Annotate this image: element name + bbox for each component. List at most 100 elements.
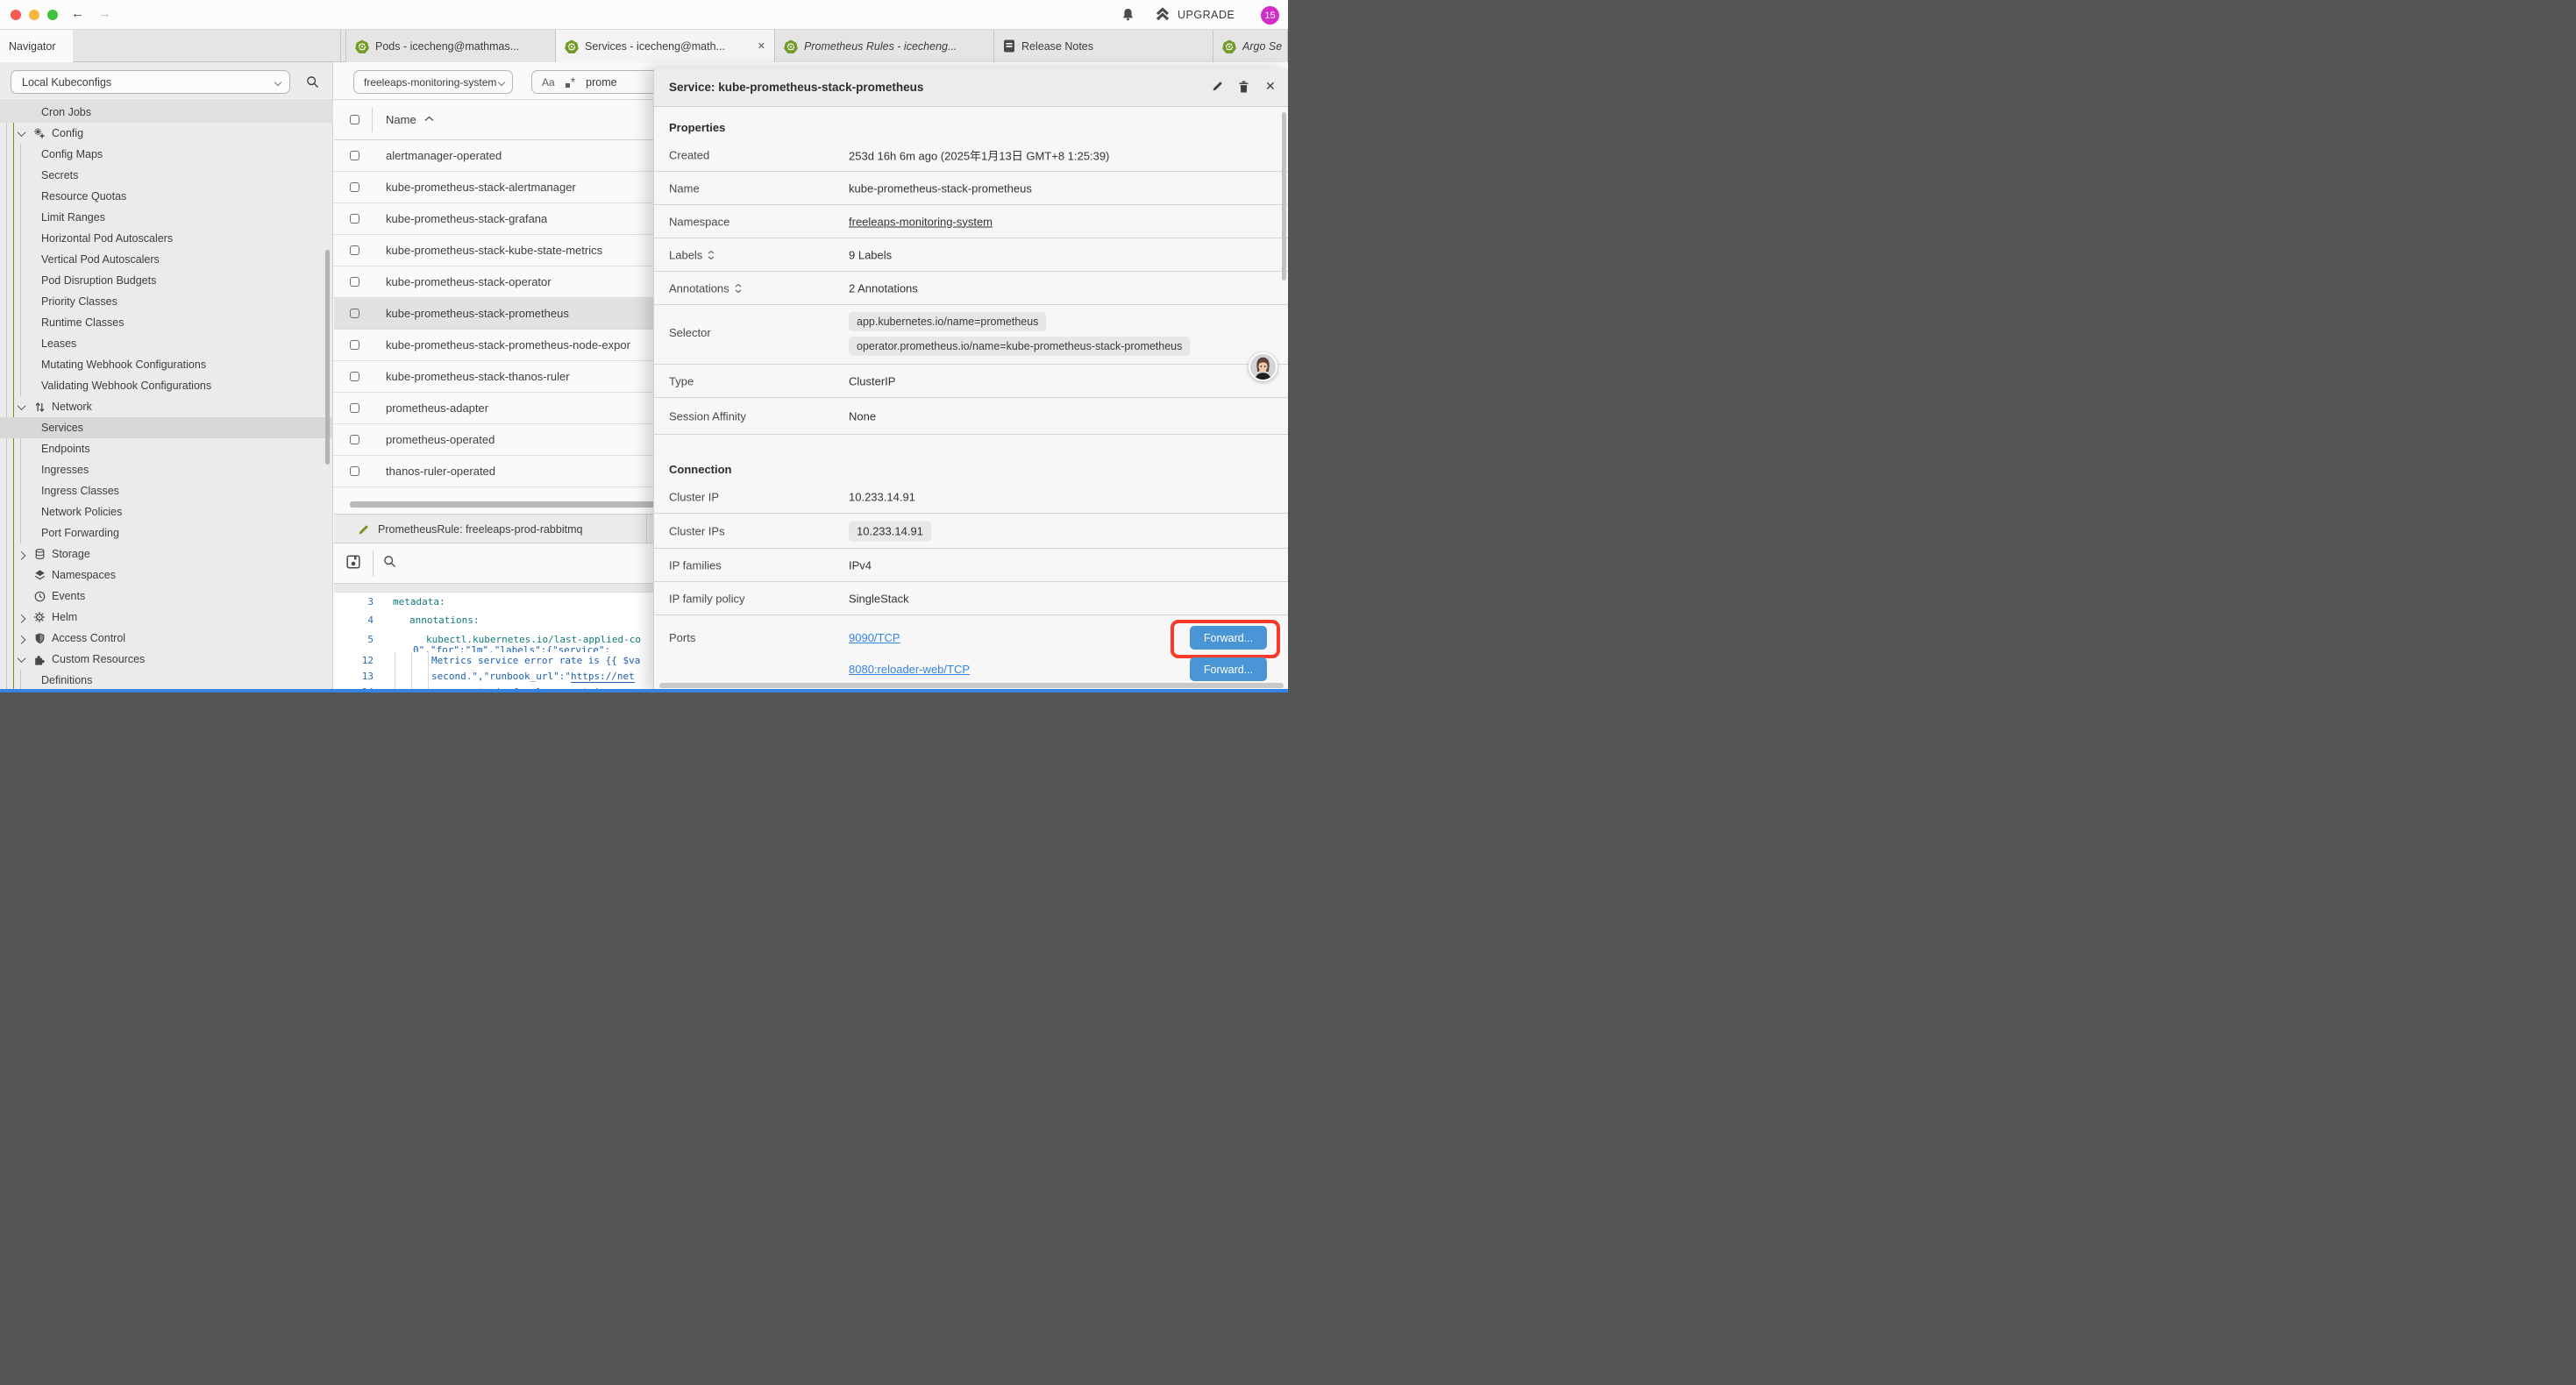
search-icon[interactable] [383,555,396,568]
count-badge[interactable]: 15 [1261,6,1279,25]
updown-icon [33,401,46,413]
sidebar-item-access-control[interactable]: Access Control [0,628,333,649]
sidebar-item-label: Priority Classes [41,295,117,308]
tab-prometheus[interactable]: Prometheus Rules - icecheng... [775,30,994,62]
row-checkbox[interactable] [350,277,359,287]
user-avatar[interactable] [1249,352,1277,381]
tab-services[interactable]: Services - icecheng@math...✕ [556,30,775,62]
sidebar-item-priority-classes[interactable]: Priority Classes [0,291,333,312]
row-checkbox[interactable] [350,340,359,350]
chevron-right-icon [18,551,26,560]
sidebar-scrollbar[interactable] [325,250,330,465]
forward-button[interactable]: Forward... [1190,657,1267,681]
sidebar-item-ingress-classes[interactable]: Ingress Classes [0,480,333,501]
sidebar-item-port-forwarding[interactable]: Port Forwarding [0,522,333,543]
sidebar-item-label: Pod Disruption Budgets [41,274,156,287]
sidebar-item-network[interactable]: Network [0,396,333,417]
sidebar-item-definitions[interactable]: Definitions [0,670,333,691]
traffic-minimize-icon[interactable] [29,10,39,20]
sidebar-item-runtime-classes[interactable]: Runtime Classes [0,312,333,333]
row-checkbox[interactable] [350,435,359,444]
editor-tab-prometheusrule[interactable]: PrometheusRule: freeleaps-prod-rabbitmq [350,515,647,544]
expand-collapse-icon[interactable] [735,283,742,293]
row-checkbox[interactable] [350,466,359,476]
drawer-horizontal-scrollbar[interactable] [659,683,1284,688]
properties-heading: Properties [654,116,1288,138]
sidebar-item-label: Runtime Classes [41,316,124,329]
sidebar-item-validating-webhook-configurations[interactable]: Validating Webhook Configurations [0,375,333,396]
notifications-bell-icon[interactable] [1121,8,1135,22]
drawer-body: Properties Created 253d 16h 6m ago (2025… [654,107,1288,692]
drawer-scrollbar[interactable] [1282,112,1286,281]
ip-family-policy-row: IP family policy SingleStack [654,582,1288,615]
sidebar-item-mutating-webhook-configurations[interactable]: Mutating Webhook Configurations [0,354,333,375]
traffic-close-icon[interactable] [11,10,21,20]
sidebar-item-network-policies[interactable]: Network Policies [0,501,333,522]
sidebar-item-events[interactable]: Events [0,586,333,607]
sidebar-item-label: Ingress Classes [41,485,119,497]
close-icon[interactable]: ✕ [1265,79,1276,94]
sidebar-item-label: Definitions [41,674,92,686]
sidebar-item-leases[interactable]: Leases [0,333,333,354]
service-name: prometheus-adapter [386,401,488,415]
sidebar-item-config[interactable]: Config [0,123,333,144]
sidebar-item-label: Cron Jobs [41,106,91,118]
sidebar-item-vertical-pod-autoscalers[interactable]: Vertical Pod Autoscalers [0,249,333,270]
sidebar-item-label: Resource Quotas [41,190,126,202]
highlight-rectangle [1171,620,1280,658]
port-link[interactable]: 9090/TCP [849,631,900,644]
database-icon [33,548,46,560]
service-name: alertmanager-operated [386,149,502,162]
sidebar-item-cron-jobs[interactable]: Cron Jobs [0,102,333,123]
row-checkbox[interactable] [350,151,359,160]
labels-row: Labels 9 Labels [654,238,1288,272]
row-checkbox[interactable] [350,214,359,224]
delete-trash-icon[interactable] [1238,81,1249,93]
tab-pods[interactable]: Pods - icecheng@mathmas... [345,30,556,62]
row-checkbox[interactable] [350,182,359,192]
sidebar-item-services[interactable]: Services [0,417,333,438]
kubeconfig-select[interactable]: Local Kubeconfigs [11,70,290,94]
match-case-toggle[interactable]: Aa [542,76,555,89]
navigator-tab[interactable]: Navigator [0,30,73,62]
namespace-link[interactable]: freeleaps-monitoring-system [849,215,993,228]
row-checkbox[interactable] [350,372,359,381]
save-icon[interactable] [346,555,360,569]
sidebar-item-helm[interactable]: Helm [0,607,333,628]
sidebar-item-ingresses[interactable]: Ingresses [0,459,333,480]
namespace-select[interactable]: freeleaps-monitoring-system [353,70,513,94]
expand-collapse-icon[interactable] [708,250,715,259]
sidebar-item-pod-disruption-budgets[interactable]: Pod Disruption Budgets [0,270,333,291]
forward-button[interactable]: → [98,6,111,21]
tab-release[interactable]: Release Notes [994,30,1213,62]
traffic-zoom-icon[interactable] [47,10,58,20]
upgrade-button[interactable]: UPGRADE [1155,7,1235,22]
row-checkbox[interactable] [350,309,359,318]
select-all-checkbox[interactable] [350,115,359,124]
search-icon[interactable] [306,75,319,89]
gears-icon [33,127,46,139]
sidebar-item-endpoints[interactable]: Endpoints [0,438,333,459]
name-column-header[interactable]: Name [386,113,416,126]
row-checkbox[interactable] [350,403,359,413]
regex-toggle[interactable]: * [566,75,575,90]
edit-pencil-icon[interactable] [1212,81,1223,92]
port-link[interactable]: 8080:reloader-web/TCP [849,663,970,676]
sidebar-item-config-maps[interactable]: Config Maps [0,144,333,165]
labels-value: 9 Labels [849,248,892,261]
close-tab-icon[interactable]: ✕ [758,40,765,52]
sidebar-item-namespaces[interactable]: Namespaces [0,565,333,586]
sidebar-item-secrets[interactable]: Secrets [0,165,333,186]
sidebar-item-resource-quotas[interactable]: Resource Quotas [0,186,333,207]
sidebar-item-storage[interactable]: Storage [0,543,333,565]
upgrade-label: UPGRADE [1178,9,1235,21]
sidebar-item-custom-resources[interactable]: Custom Resources [0,649,333,670]
row-checkbox[interactable] [350,245,359,255]
back-button[interactable]: ← [71,6,84,21]
sidebar-item-limit-ranges[interactable]: Limit Ranges [0,207,333,228]
chevron-down-icon [18,128,26,137]
service-name: kube-prometheus-stack-grafana [386,212,547,225]
selector-chip: operator.prometheus.io/name=kube-prometh… [849,337,1190,356]
sidebar-item-horizontal-pod-autoscalers[interactable]: Horizontal Pod Autoscalers [0,228,333,249]
tab-argo[interactable]: Argo Se [1213,30,1288,62]
